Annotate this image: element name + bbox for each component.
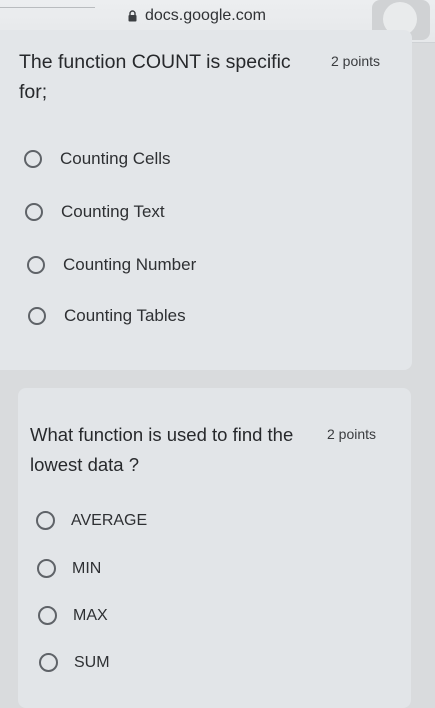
radio-unchecked-icon[interactable]: [27, 256, 45, 274]
option-max[interactable]: MAX: [38, 606, 108, 625]
radio-unchecked-icon[interactable]: [37, 559, 56, 578]
option-counting-tables[interactable]: Counting Tables: [28, 306, 186, 326]
question-title-2: What function is used to find the lowest…: [30, 424, 294, 475]
question-title-1: The function COUNT is specific for;: [19, 51, 291, 103]
option-label: Counting Number: [63, 255, 197, 274]
option-label: SUM: [74, 653, 110, 671]
option-label: Counting Tables: [64, 306, 186, 325]
radio-unchecked-icon[interactable]: [25, 203, 43, 221]
option-label: MAX: [73, 606, 108, 624]
previous-page-edge: [0, 0, 95, 8]
radio-unchecked-icon[interactable]: [28, 307, 46, 325]
option-counting-number[interactable]: Counting Number: [27, 255, 196, 275]
option-label: Counting Cells: [60, 149, 171, 168]
radio-unchecked-icon[interactable]: [36, 511, 55, 530]
option-label: AVERAGE: [71, 511, 148, 529]
option-counting-text[interactable]: Counting Text: [25, 202, 165, 222]
option-label: MIN: [72, 559, 102, 577]
option-label: Counting Text: [61, 202, 165, 221]
option-min[interactable]: MIN: [37, 559, 101, 578]
option-average[interactable]: AVERAGE: [36, 511, 147, 530]
radio-unchecked-icon[interactable]: [38, 606, 57, 625]
url-text: docs.google.com: [145, 7, 266, 24]
radio-unchecked-icon[interactable]: [39, 653, 58, 672]
points-label-2: 2 points: [327, 426, 377, 442]
option-sum[interactable]: SUM: [39, 653, 110, 672]
url-display[interactable]: docs.google.com: [128, 6, 266, 26]
radio-unchecked-icon[interactable]: [24, 150, 42, 168]
lock-icon: [128, 10, 137, 22]
points-label-1: 2 points: [331, 53, 381, 69]
option-counting-cells[interactable]: Counting Cells: [24, 149, 171, 169]
